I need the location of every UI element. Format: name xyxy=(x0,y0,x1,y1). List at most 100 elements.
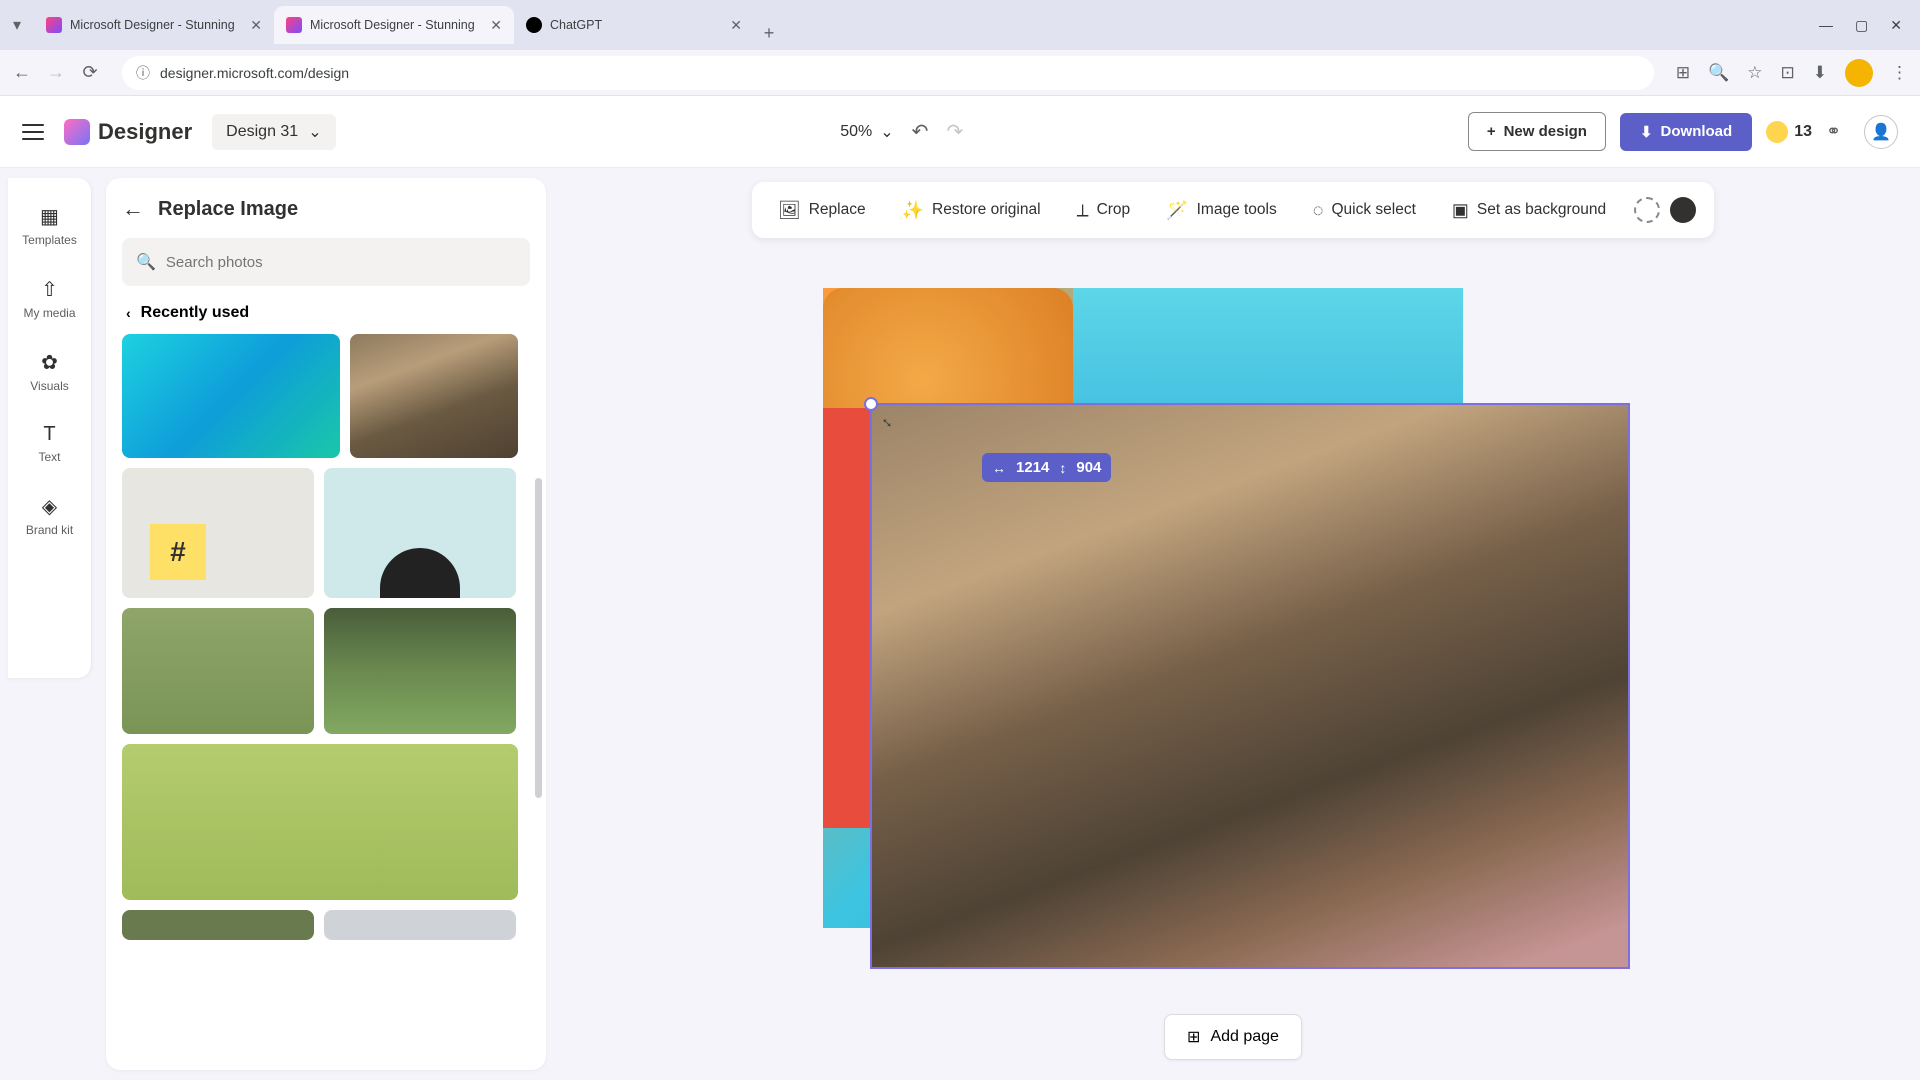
photo-thumb[interactable] xyxy=(122,744,518,900)
canvas-area[interactable]: Add a subheading body text ↔ ↔ 1214 ↕ 90… xyxy=(783,288,1683,968)
rail-text[interactable]: T Text xyxy=(8,411,91,476)
add-page-button[interactable]: ⊞ Add page xyxy=(1164,1014,1302,1060)
selected-image[interactable]: ↔ ↔ 1214 ↕ 904 xyxy=(870,403,1630,969)
chevron-left-icon[interactable]: ‹ xyxy=(126,305,131,321)
profile-avatar[interactable] xyxy=(1845,59,1873,87)
photo-thumb[interactable] xyxy=(122,910,314,940)
redo-icon[interactable]: ↷ xyxy=(946,119,963,144)
photo-thumb[interactable] xyxy=(324,910,516,940)
kebab-menu-icon[interactable]: ⋮ xyxy=(1891,63,1908,83)
logo-mark-icon xyxy=(64,119,90,145)
ctx-replace[interactable]: 🖼 Replace xyxy=(762,190,882,231)
visuals-icon: ✿ xyxy=(41,350,58,375)
back-icon[interactable]: ← xyxy=(12,62,32,83)
size-badge: ↔ 1214 ↕ 904 xyxy=(982,453,1111,482)
ctx-image-tools[interactable]: 🪄 Image tools xyxy=(1150,190,1293,231)
upload-icon: ⇧ xyxy=(41,277,58,302)
close-icon[interactable]: ✕ xyxy=(250,17,262,34)
panel-scrollbar[interactable] xyxy=(535,478,542,798)
ctx-extra-icons xyxy=(1626,197,1704,223)
ctx-quick-select[interactable]: ◌ Quick select xyxy=(1297,190,1432,231)
download-button[interactable]: ⬇ Download xyxy=(1620,113,1752,151)
site-info-icon[interactable]: ⓘ xyxy=(136,63,150,83)
minimize-icon[interactable]: — xyxy=(1819,17,1833,34)
favicon-designer-icon xyxy=(286,17,302,33)
coin-icon xyxy=(1766,121,1788,143)
resize-handle-tl[interactable] xyxy=(864,397,878,411)
undo-icon[interactable]: ↶ xyxy=(912,119,929,144)
thumbnail-grid xyxy=(122,334,530,940)
browser-tab-1[interactable]: Microsoft Designer - Stunning ✕ xyxy=(274,6,514,44)
favicon-designer-icon xyxy=(46,17,62,33)
search-input[interactable] xyxy=(166,254,516,271)
ctx-restore-original[interactable]: ✨ Restore original xyxy=(886,190,1057,231)
back-arrow-icon[interactable]: ← xyxy=(122,196,144,222)
new-design-button[interactable]: + New design xyxy=(1468,112,1606,151)
reload-icon[interactable]: ⟳ xyxy=(80,62,100,83)
text-icon: T xyxy=(43,423,55,446)
rail-label: My media xyxy=(23,306,75,320)
bookmark-icon[interactable]: ☆ xyxy=(1747,63,1762,83)
close-window-icon[interactable]: ✕ xyxy=(1890,17,1902,34)
new-tab-button[interactable]: + xyxy=(754,23,784,44)
plus-icon: + xyxy=(1487,123,1496,140)
person-icon: 👤 xyxy=(1871,122,1891,142)
close-icon[interactable]: ✕ xyxy=(490,17,502,34)
photo-thumb[interactable] xyxy=(324,608,516,734)
forward-icon[interactable]: → xyxy=(46,62,66,83)
contrast-icon[interactable] xyxy=(1670,197,1696,223)
ctx-crop[interactable]: ⟂ Crop xyxy=(1061,190,1147,231)
rail-my-media[interactable]: ⇧ My media xyxy=(8,265,91,332)
color-swap-icon[interactable] xyxy=(1634,197,1660,223)
ctx-label: Replace xyxy=(809,201,866,219)
ctx-set-as-background[interactable]: ▣ Set as background xyxy=(1436,190,1622,231)
tab-search-icon[interactable]: ▾ xyxy=(8,16,26,34)
tab-title: Microsoft Designer - Stunning xyxy=(310,18,482,32)
selected-image-content xyxy=(872,405,1628,967)
context-toolbar: 🖼 Replace ✨ Restore original ⟂ Crop 🪄 Im… xyxy=(752,182,1714,238)
address-bar[interactable]: ⓘ designer.microsoft.com/design xyxy=(122,56,1654,90)
chevron-down-icon: ⌄ xyxy=(308,122,321,142)
close-icon[interactable]: ✕ xyxy=(730,17,742,34)
design-name-dropdown[interactable]: Design 31 ⌄ xyxy=(212,114,335,150)
url-text: designer.microsoft.com/design xyxy=(160,65,349,81)
photo-thumb[interactable] xyxy=(324,468,516,598)
maximize-icon[interactable]: ▢ xyxy=(1855,17,1868,34)
rail-brand-kit[interactable]: ◈ Brand kit xyxy=(8,482,91,549)
zoom-dropdown[interactable]: 50% ⌄ xyxy=(840,122,893,142)
downloads-icon[interactable]: ⬇ xyxy=(1813,63,1827,83)
photo-thumb[interactable] xyxy=(350,334,518,458)
ctx-label: Restore original xyxy=(932,201,1041,219)
rail-templates[interactable]: ▦ Templates xyxy=(8,192,91,259)
photo-thumb[interactable] xyxy=(122,468,314,598)
ctx-label: Image tools xyxy=(1197,201,1277,219)
rail-label: Text xyxy=(38,450,60,464)
rail-visuals[interactable]: ✿ Visuals xyxy=(8,338,91,405)
rail-label: Templates xyxy=(22,233,77,247)
user-avatar[interactable]: 👤 xyxy=(1864,115,1898,149)
install-app-icon[interactable]: ⊞ xyxy=(1676,63,1690,83)
photo-thumb[interactable] xyxy=(122,608,314,734)
browser-tab-2[interactable]: ChatGPT ✕ xyxy=(514,6,754,44)
app-logo[interactable]: Designer xyxy=(64,119,192,145)
browser-tab-0[interactable]: Microsoft Designer - Stunning ✕ xyxy=(34,6,274,44)
design-name-label: Design 31 xyxy=(226,123,298,141)
app-header: Designer Design 31 ⌄ 50% ⌄ ↶ ↷ + New des… xyxy=(0,96,1920,168)
coins-balance[interactable]: 13 xyxy=(1766,121,1812,143)
ctx-label: Quick select xyxy=(1331,201,1415,219)
photo-thumb[interactable] xyxy=(122,334,340,458)
download-icon: ⬇ xyxy=(1640,123,1653,141)
panel-header: ← Replace Image xyxy=(122,196,530,222)
puzzle-extensions-icon[interactable]: ⊡ xyxy=(1781,63,1795,83)
share-icon[interactable]: ⚭ xyxy=(1826,121,1850,142)
coins-value: 13 xyxy=(1794,123,1812,141)
toolbar-icons: ⊞ 🔍 ☆ ⊡ ⬇ ⋮ xyxy=(1676,59,1908,87)
header-center: 50% ⌄ ↶ ↷ xyxy=(840,119,963,144)
main-area: ▦ Templates ⇧ My media ✿ Visuals T Text … xyxy=(0,168,1920,1080)
rail-label: Brand kit xyxy=(26,523,73,537)
tab-title: Microsoft Designer - Stunning xyxy=(70,18,242,32)
hamburger-menu-icon[interactable] xyxy=(22,124,44,140)
recently-used-header[interactable]: ‹ Recently used xyxy=(122,304,530,322)
search-photos-box[interactable]: 🔍 xyxy=(122,238,530,286)
zoom-icon[interactable]: 🔍 xyxy=(1708,63,1729,83)
